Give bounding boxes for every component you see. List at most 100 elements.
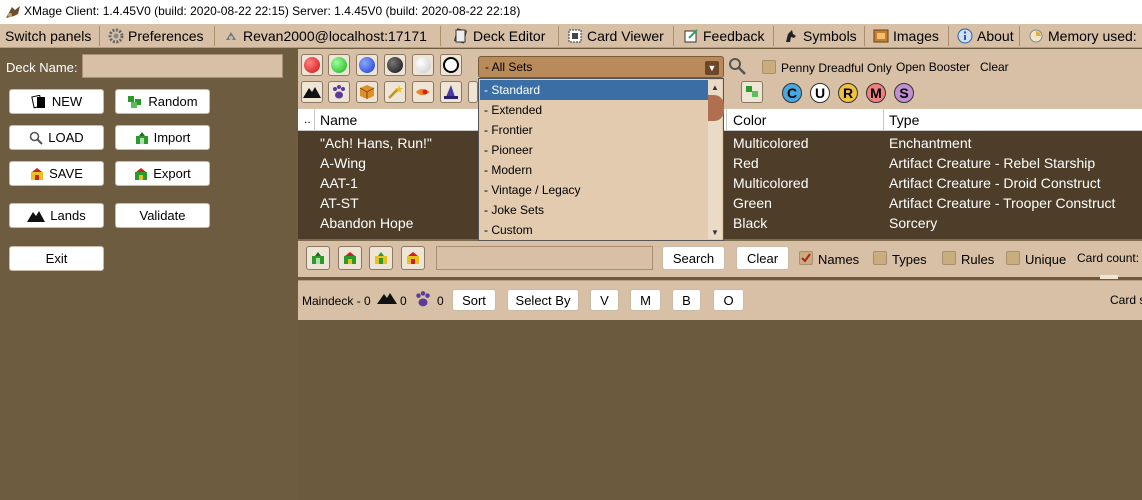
- red-color-toggle[interactable]: [301, 54, 323, 76]
- unique-checkbox[interactable]: [1006, 251, 1020, 265]
- deck-left-panel: [0, 49, 298, 500]
- scroll-up-icon[interactable]: ▲: [708, 80, 722, 94]
- view-m-button[interactable]: M: [630, 289, 661, 311]
- cell-type: Artifact Creature - Trooper Construct: [889, 195, 1116, 211]
- column-type[interactable]: Type: [889, 112, 919, 128]
- sort-button[interactable]: Sort: [452, 289, 496, 311]
- random-icon: [128, 95, 142, 108]
- enchantment-type-toggle[interactable]: [384, 81, 406, 103]
- add-to-sideboard-button[interactable]: [338, 246, 362, 270]
- search-icon[interactable]: [728, 57, 746, 75]
- artifact-type-toggle[interactable]: [356, 81, 378, 103]
- cell-name: AAT-1: [320, 175, 358, 191]
- open-booster-link[interactable]: Open Booster: [896, 60, 970, 74]
- view-o-button[interactable]: O: [713, 289, 744, 311]
- view-b-button[interactable]: B: [672, 289, 701, 311]
- add-four-button[interactable]: [369, 246, 393, 270]
- menu-server[interactable]: Revan2000@localhost:17171: [223, 27, 427, 45]
- set-option[interactable]: - Custom: [480, 220, 708, 240]
- import-button[interactable]: Import: [115, 125, 210, 150]
- add-to-main-button[interactable]: [306, 246, 330, 270]
- menu-feedback-label: Feedback: [703, 28, 765, 44]
- cell-type: Sorcery: [889, 215, 938, 231]
- menu-switch-panels[interactable]: Switch panels: [5, 27, 91, 45]
- save-icon: [407, 252, 419, 264]
- set-option[interactable]: - Modern: [480, 160, 708, 180]
- set-option[interactable]: - Frontier: [480, 120, 708, 140]
- green-color-toggle[interactable]: [328, 54, 350, 76]
- validate-button[interactable]: Validate: [115, 203, 210, 228]
- connection-icon: [226, 32, 236, 40]
- blue-color-toggle[interactable]: [356, 54, 378, 76]
- mountain-icon: [303, 87, 321, 98]
- deck-name-input[interactable]: [82, 54, 283, 78]
- menu-about[interactable]: About: [957, 27, 1014, 45]
- set-option[interactable]: - Extended: [480, 100, 708, 120]
- remove-button[interactable]: [401, 246, 425, 270]
- menu-preferences[interactable]: Preferences: [108, 27, 203, 45]
- mana-s-toggle[interactable]: S: [894, 83, 914, 103]
- column-corner[interactable]: ..: [304, 112, 311, 126]
- black-color-toggle[interactable]: [384, 54, 406, 76]
- load-button[interactable]: LOAD: [9, 125, 104, 150]
- cell-name: "Ach! Hans, Run!": [320, 135, 432, 151]
- export-button[interactable]: Export: [115, 161, 210, 186]
- land-type-toggle[interactable]: [301, 81, 323, 103]
- multicolor-toggle[interactable]: [741, 81, 763, 103]
- cell-name: A-Wing: [320, 155, 366, 171]
- instant-type-toggle[interactable]: [412, 81, 434, 103]
- deck-area[interactable]: [298, 320, 1142, 500]
- penny-dreadful-checkbox[interactable]: [762, 60, 776, 74]
- mana-r-toggle[interactable]: R: [838, 83, 858, 103]
- mana-c-toggle[interactable]: C: [782, 83, 802, 103]
- creature-type-toggle[interactable]: [328, 81, 350, 103]
- save-button[interactable]: SAVE: [9, 161, 104, 186]
- scroll-down-icon[interactable]: ▼: [708, 225, 722, 239]
- menu-symbols-label: Symbols: [803, 28, 857, 44]
- search-button-label: Search: [672, 250, 715, 266]
- set-option[interactable]: - Pioneer: [480, 140, 708, 160]
- view-v-button[interactable]: V: [590, 289, 619, 311]
- sorcery-type-toggle[interactable]: [440, 81, 462, 103]
- mana-u-toggle[interactable]: U: [810, 83, 830, 103]
- clear-filters-link[interactable]: Clear: [980, 60, 1009, 74]
- export-icon: [135, 167, 148, 180]
- menu-images[interactable]: Images: [873, 27, 939, 45]
- view-v-label: V: [600, 292, 609, 308]
- set-option[interactable]: - Vintage / Legacy: [480, 180, 708, 200]
- mana-m-toggle[interactable]: M: [866, 83, 886, 103]
- rules-checkbox[interactable]: [942, 251, 956, 265]
- menu-feedback[interactable]: Feedback: [683, 27, 764, 45]
- menu-symbols[interactable]: Symbols: [783, 27, 857, 45]
- menu-deck-editor[interactable]: Deck Editor: [453, 27, 545, 45]
- select-by-button[interactable]: Select By: [507, 289, 579, 311]
- menu-memory[interactable]: Memory used:: [1028, 27, 1137, 45]
- white-color-toggle[interactable]: [412, 54, 434, 76]
- exit-button[interactable]: Exit: [9, 246, 104, 271]
- column-color[interactable]: Color: [733, 112, 766, 128]
- types-checkbox[interactable]: [873, 251, 887, 265]
- chevron-down-icon: ▼: [705, 61, 719, 75]
- new-button[interactable]: NEW: [9, 89, 104, 114]
- card-viewer-icon: [568, 29, 582, 43]
- names-checkbox[interactable]: [799, 251, 813, 265]
- set-select[interactable]: - All Sets ▼: [478, 56, 724, 78]
- horizontal-scroll-thumb[interactable]: [1100, 275, 1118, 279]
- set-option[interactable]: - Standard: [480, 80, 708, 100]
- random-button[interactable]: Random: [115, 89, 210, 114]
- planeswalker-type-toggle[interactable]: [468, 81, 478, 103]
- set-option[interactable]: - Joke Sets: [480, 200, 708, 220]
- search-button[interactable]: Search: [662, 246, 725, 270]
- new-button-label: NEW: [51, 94, 83, 109]
- view-b-label: B: [682, 292, 691, 308]
- colorless-color-toggle[interactable]: [440, 54, 462, 76]
- gear-icon: [108, 28, 124, 44]
- validate-button-label: Validate: [139, 208, 186, 223]
- save-icon: [344, 252, 356, 264]
- clear-search-button[interactable]: Clear: [736, 246, 789, 270]
- column-name[interactable]: Name: [320, 112, 357, 128]
- card-search-input[interactable]: [436, 246, 653, 270]
- creatures-count: 0: [437, 294, 444, 308]
- menu-card-viewer[interactable]: Card Viewer: [567, 27, 664, 45]
- lands-button[interactable]: Lands: [9, 203, 104, 228]
